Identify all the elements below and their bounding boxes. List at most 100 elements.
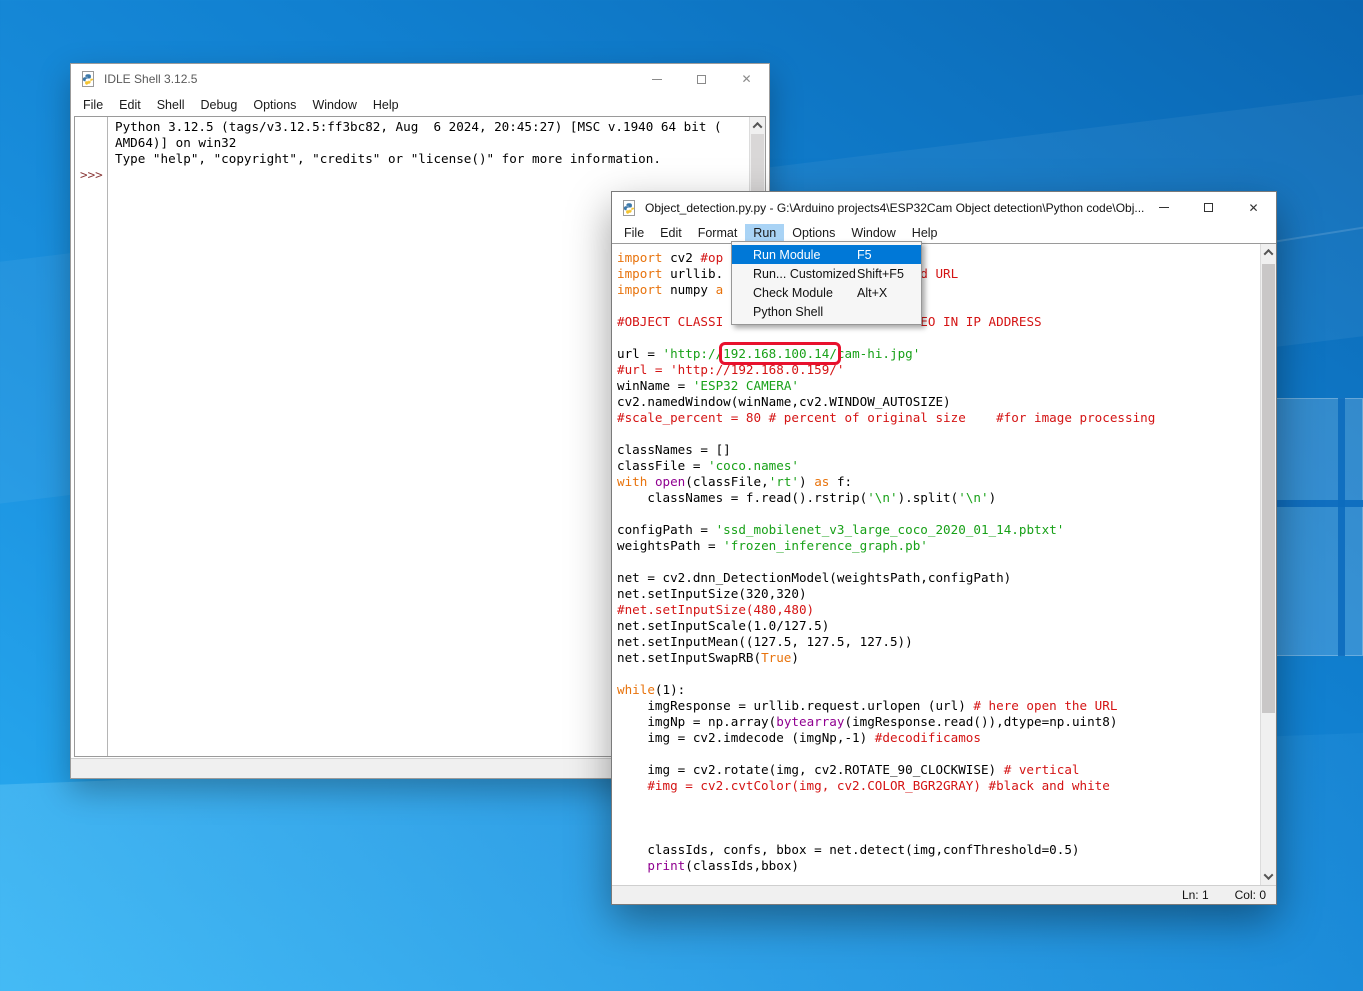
run-menu-item-python-shell[interactable]: Python Shell — [732, 302, 921, 321]
code-token: classIds, confs, bbox = net.detect(img,c… — [617, 842, 1080, 857]
menu-format[interactable]: Format — [690, 224, 746, 242]
code-token: imgNp = np.array( — [617, 714, 776, 729]
code-token: classFile = — [617, 458, 708, 473]
editor-menubar: FileEditFormatRunOptionsWindowHelp — [612, 223, 1276, 243]
code-token: net.setInputSize(320,320) — [617, 586, 807, 601]
shell-close-button[interactable]: ✕ — [724, 64, 769, 94]
chevron-up-icon — [753, 122, 763, 132]
editor-titlebar[interactable]: Object_detection.py.py - G:\Arduino proj… — [612, 192, 1276, 223]
code-token: imgResponse = urllib.request.urlopen (ur… — [617, 698, 973, 713]
code-line — [617, 554, 1259, 570]
code-line: net.setInputSize(320,320) — [617, 586, 1259, 602]
code-line — [617, 826, 1259, 842]
close-icon: ✕ — [741, 73, 751, 85]
code-token: while — [617, 682, 655, 697]
code-content: import cv2 #opimport urllib. d URLimport… — [617, 250, 1259, 874]
code-line: classIds, confs, bbox = net.detect(img,c… — [617, 842, 1259, 858]
code-line: #img = cv2.cvtColor(img, cv2.COLOR_BGR2G… — [617, 778, 1259, 794]
code-token: import — [617, 266, 670, 281]
menu-file[interactable]: File — [75, 96, 111, 114]
code-line: #OBJECT CLASSI EO IN IP ADDRESS — [617, 314, 1259, 330]
code-token: ) — [799, 474, 814, 489]
run-menu-popup: Run ModuleF5Run... CustomizedShift+F5Che… — [731, 241, 922, 325]
editor-text-area[interactable]: import cv2 #opimport urllib. d URLimport… — [612, 243, 1276, 885]
code-line — [617, 794, 1259, 810]
code-token: d URL — [920, 266, 958, 281]
code-line: imgResponse = urllib.request.urlopen (ur… — [617, 698, 1259, 714]
editor-status-bar: Ln: 1 Col: 0 — [612, 885, 1276, 904]
shell-output-line: Type "help", "copyright", "credits" or "… — [115, 151, 747, 167]
code-token: cv2.namedWindow(winName,cv2.WINDOW_AUTOS… — [617, 394, 951, 409]
editor-minimize-button[interactable] — [1141, 192, 1186, 223]
shell-window-title: IDLE Shell 3.12.5 — [104, 72, 197, 86]
code-line: while(1): — [617, 682, 1259, 698]
desktop: { "icons": { "close": "✕", "app": "pytho… — [0, 0, 1363, 991]
code-token: #scale_percent = 80 # percent of origina… — [617, 410, 1155, 425]
code-line: weightsPath = 'frozen_inference_graph.pb… — [617, 538, 1259, 554]
scroll-up-arrow[interactable] — [750, 117, 765, 134]
code-line: import cv2 #op — [617, 250, 1259, 266]
code-token: bytearray — [776, 714, 844, 729]
code-token: a — [716, 282, 724, 297]
code-token: net = cv2.dnn_DetectionModel(weightsPath… — [617, 570, 1011, 585]
code-line: cv2.namedWindow(winName,cv2.WINDOW_AUTOS… — [617, 394, 1259, 410]
shell-output-line: AMD64)] on win32 — [115, 135, 747, 151]
code-token: # here open the URL — [973, 698, 1117, 713]
menu-help[interactable]: Help — [904, 224, 946, 242]
code-token: 'coco.names' — [708, 458, 799, 473]
code-token: net.setInputMean((127.5, 127.5, 127.5)) — [617, 634, 913, 649]
menu-debug[interactable]: Debug — [193, 96, 246, 114]
menu-edit[interactable]: Edit — [111, 96, 149, 114]
editor-maximize-button[interactable] — [1186, 192, 1231, 223]
status-column-indicator: Col: 0 — [1235, 888, 1266, 902]
code-line — [617, 746, 1259, 762]
shell-titlebar[interactable]: IDLE Shell 3.12.5 ✕ — [71, 64, 769, 94]
scroll-down-arrow[interactable] — [1261, 868, 1276, 885]
code-line: #url = 'http://192.168.0.159/' — [617, 362, 1259, 378]
shell-maximize-button[interactable] — [679, 64, 724, 94]
scroll-up-arrow[interactable] — [1261, 244, 1276, 261]
code-token: # vertical — [1004, 762, 1080, 777]
code-token: #img = cv2.cvtColor(img, cv2.COLOR_BGR2G… — [617, 778, 1110, 793]
menu-run[interactable]: Run — [745, 224, 784, 242]
editor-scrollbar-thumb[interactable] — [1262, 264, 1275, 713]
menu-shell[interactable]: Shell — [149, 96, 193, 114]
code-line — [617, 666, 1259, 682]
code-token: 'frozen_inference_graph.pb' — [723, 538, 928, 553]
menu-window[interactable]: Window — [843, 224, 903, 242]
code-line — [617, 506, 1259, 522]
code-line: #net.setInputSize(480,480) — [617, 602, 1259, 618]
menu-item-label: Python Shell — [753, 305, 823, 319]
menu-options[interactable]: Options — [784, 224, 843, 242]
menu-item-label: Run... Customized — [753, 267, 856, 281]
code-token: weightsPath = — [617, 538, 723, 553]
run-menu-item-check-module[interactable]: Check ModuleAlt+X — [732, 283, 921, 302]
code-line: url = 'http://192.168.100.14/cam-hi.jpg' — [617, 346, 1259, 362]
menu-options[interactable]: Options — [245, 96, 304, 114]
code-token: ) — [989, 490, 997, 505]
code-line: img = cv2.imdecode (imgNp,-1) #decodific… — [617, 730, 1259, 746]
shell-minimize-button[interactable] — [634, 64, 679, 94]
run-menu-item-run-customized[interactable]: Run... CustomizedShift+F5 — [732, 264, 921, 283]
menu-help[interactable]: Help — [365, 96, 407, 114]
code-line: winName = 'ESP32 CAMERA' — [617, 378, 1259, 394]
code-token: import — [617, 282, 670, 297]
code-token: #net.setInputSize(480,480) — [617, 602, 814, 617]
code-line: #scale_percent = 80 # percent of origina… — [617, 410, 1259, 426]
menu-item-label: Check Module — [753, 286, 833, 300]
code-token: (classFile, — [685, 474, 768, 489]
menu-item-shortcut: F5 — [857, 248, 872, 262]
editor-window: Object_detection.py.py - G:\Arduino proj… — [611, 191, 1277, 905]
code-token: True — [761, 650, 791, 665]
menu-file[interactable]: File — [616, 224, 652, 242]
code-token: #url = 'http://192.168.0.159/' — [617, 362, 844, 377]
code-line: with open(classFile,'rt') as f: — [617, 474, 1259, 490]
code-line: net.setInputScale(1.0/127.5) — [617, 618, 1259, 634]
menu-window[interactable]: Window — [304, 96, 364, 114]
run-menu-item-run-module[interactable]: Run ModuleF5 — [732, 245, 921, 264]
shell-menubar: FileEditShellDebugOptionsWindowHelp — [71, 94, 769, 116]
editor-close-button[interactable]: ✕ — [1231, 192, 1276, 223]
code-token: classNames = [] — [617, 442, 731, 457]
menu-edit[interactable]: Edit — [652, 224, 690, 242]
editor-vertical-scrollbar[interactable] — [1260, 244, 1276, 885]
